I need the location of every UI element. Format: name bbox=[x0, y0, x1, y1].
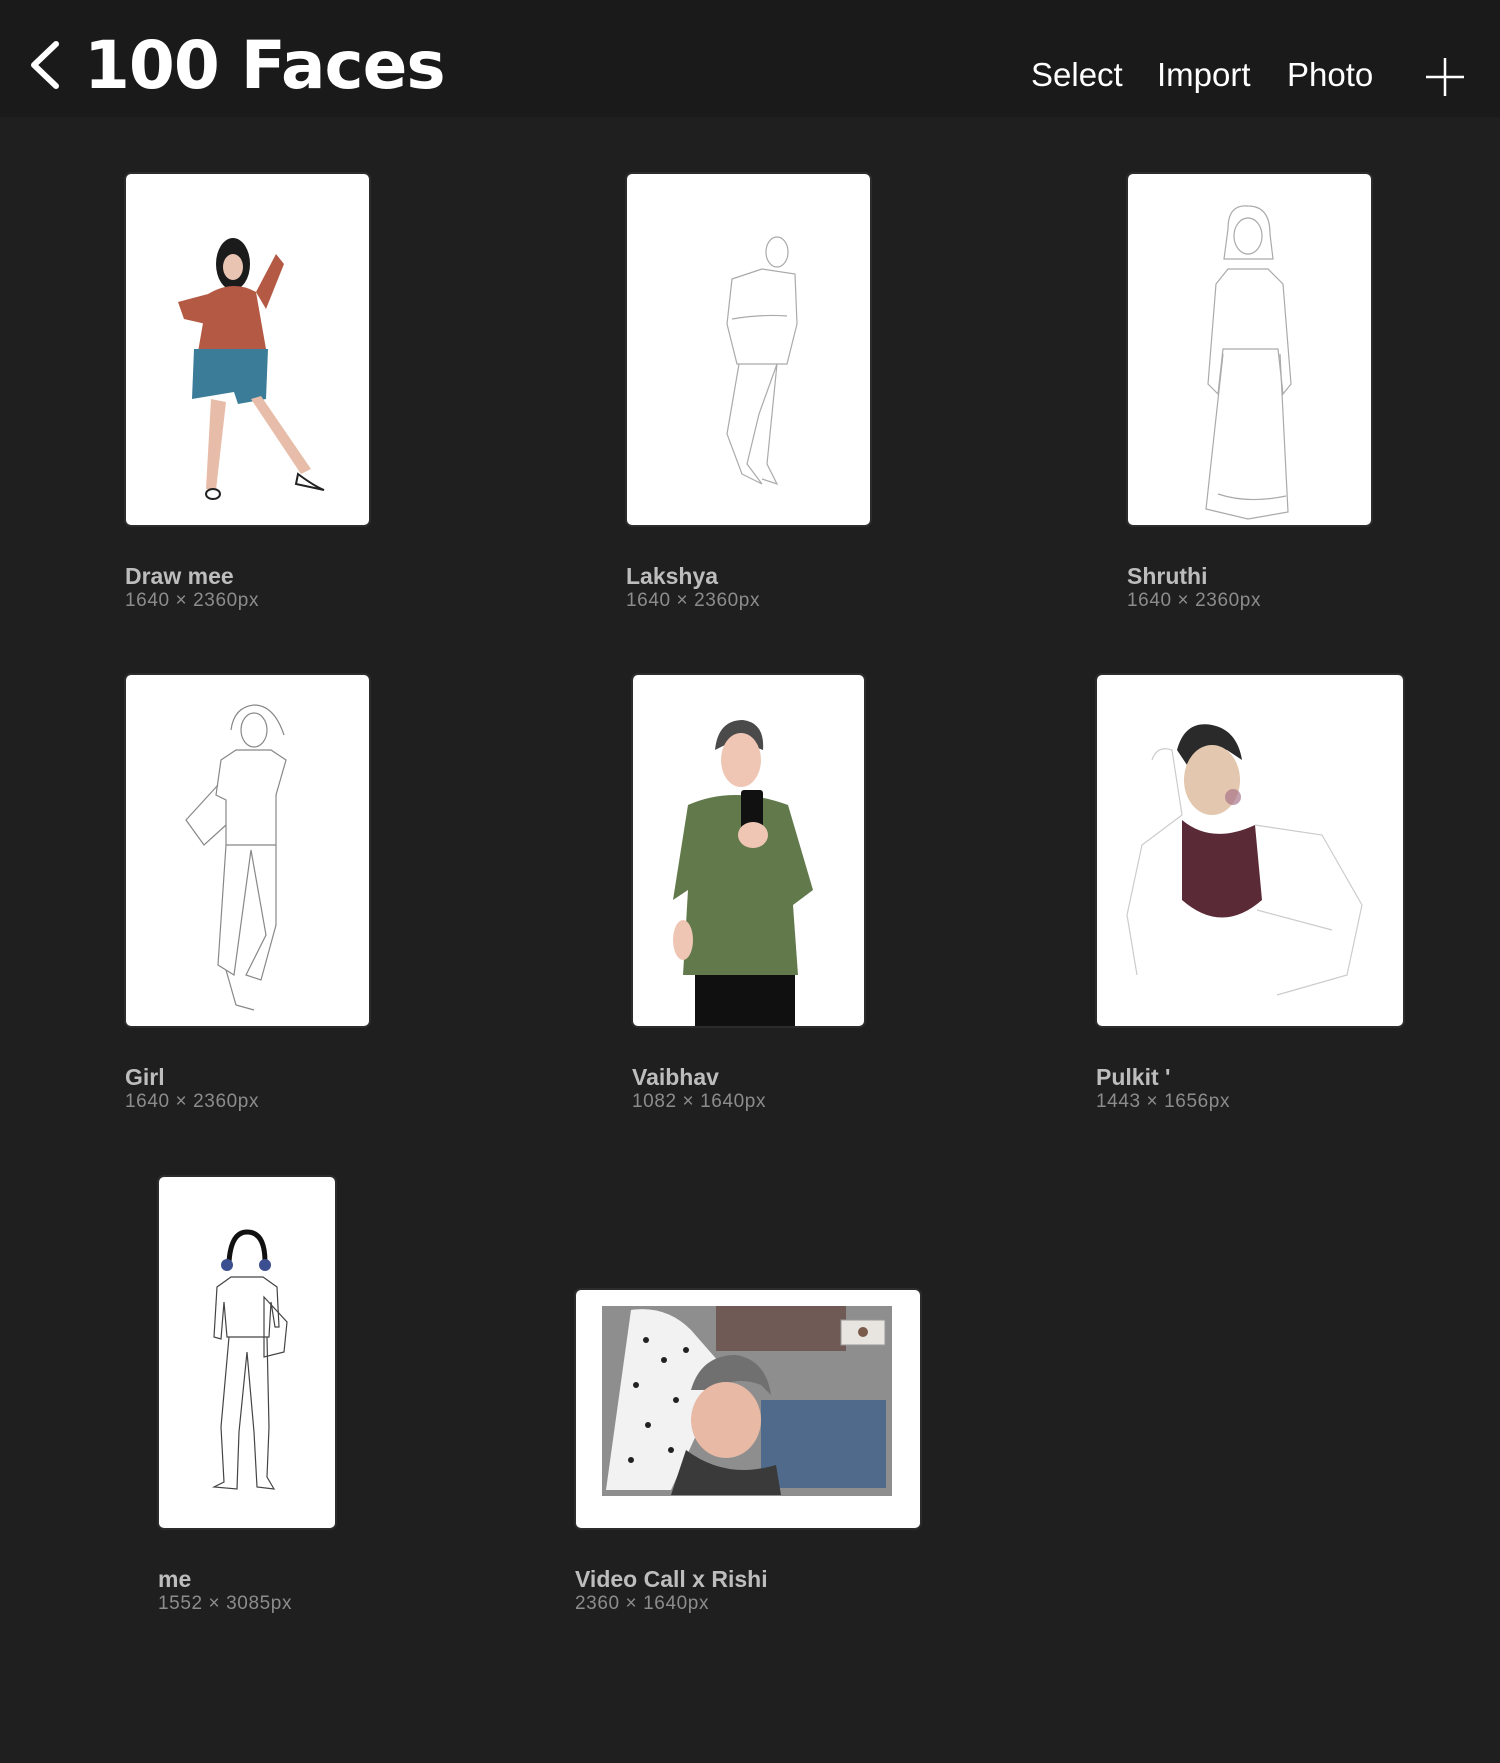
drawing-preview-image bbox=[726, 236, 798, 486]
chevron-left-icon bbox=[31, 41, 59, 89]
drawing-preview-image bbox=[1126, 724, 1363, 996]
artwork-name: Girl bbox=[125, 1064, 165, 1090]
artwork-dimensions: 1640 × 2360px bbox=[125, 1091, 260, 1112]
artwork-thumbnail[interactable] bbox=[633, 675, 864, 1026]
top-bar: 100 Faces Select Import Photo bbox=[0, 0, 1500, 117]
artwork-name: Video Call x Rishi bbox=[575, 1566, 768, 1592]
artwork-name: Draw mee bbox=[125, 563, 234, 589]
artwork-thumbnail[interactable] bbox=[576, 1290, 920, 1528]
plus-icon bbox=[1426, 58, 1464, 96]
photo-button[interactable]: Photo bbox=[1287, 55, 1373, 95]
artwork-dimensions: 1443 × 1656px bbox=[1096, 1091, 1231, 1112]
artwork-name: Vaibhav bbox=[632, 1064, 719, 1090]
artwork-dimensions: 2360 × 1640px bbox=[575, 1593, 710, 1614]
artwork-thumbnail[interactable] bbox=[159, 1177, 335, 1528]
artwork-name: Pulkit ' bbox=[1096, 1064, 1171, 1090]
drawing-preview-image bbox=[185, 704, 287, 1011]
artwork-name: Lakshya bbox=[626, 563, 719, 589]
artwork-name: Shruthi bbox=[1127, 563, 1208, 589]
artwork-thumbnail[interactable] bbox=[1128, 174, 1371, 525]
artwork-dimensions: 1640 × 2360px bbox=[626, 590, 761, 611]
import-button[interactable]: Import bbox=[1157, 55, 1251, 95]
gallery-title: 100 Faces bbox=[84, 27, 446, 104]
select-button[interactable]: Select bbox=[1031, 55, 1123, 95]
artwork-thumbnail[interactable] bbox=[126, 675, 369, 1026]
back-button[interactable] bbox=[22, 36, 70, 94]
drawing-preview-image bbox=[673, 720, 813, 1026]
artwork-thumbnail[interactable] bbox=[1097, 675, 1403, 1026]
artwork-dimensions: 1640 × 2360px bbox=[125, 590, 260, 611]
artwork-dimensions: 1552 × 3085px bbox=[158, 1593, 293, 1614]
artwork-dimensions: 1640 × 2360px bbox=[1127, 590, 1262, 611]
artwork-thumbnail[interactable] bbox=[126, 174, 369, 525]
add-artwork-button[interactable] bbox=[1424, 56, 1466, 98]
drawing-preview-image bbox=[1205, 205, 1292, 520]
artwork-dimensions: 1082 × 1640px bbox=[632, 1091, 767, 1112]
artwork-name: me bbox=[158, 1566, 192, 1592]
drawing-preview-image bbox=[211, 1229, 288, 1490]
drawing-preview-image bbox=[602, 1306, 892, 1496]
artwork-thumbnail[interactable] bbox=[627, 174, 870, 525]
drawing-preview-image bbox=[178, 238, 325, 500]
